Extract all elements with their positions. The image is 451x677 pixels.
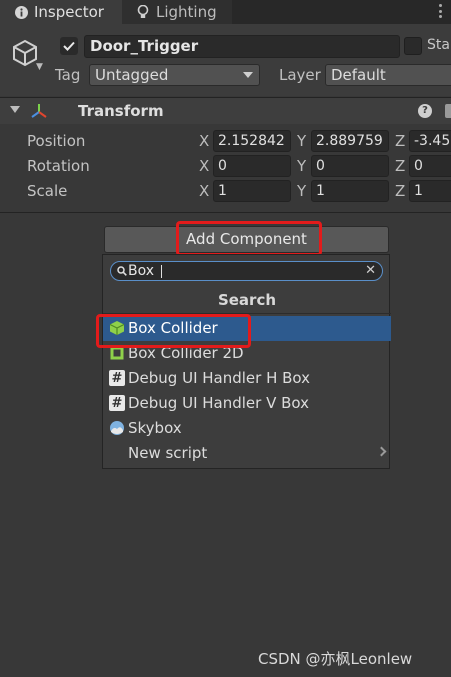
scale-label: Scale bbox=[27, 182, 68, 200]
highlight-box-add-component bbox=[176, 221, 322, 256]
info-icon bbox=[14, 5, 28, 19]
layer-dropdown[interactable]: Default bbox=[325, 64, 451, 86]
axis-x-label[interactable]: X bbox=[199, 157, 209, 175]
script-icon: # bbox=[109, 395, 125, 411]
axis-x-label[interactable]: X bbox=[199, 132, 209, 150]
rotation-z-field[interactable]: 0 bbox=[409, 155, 451, 177]
search-value: Box bbox=[128, 263, 155, 279]
script-icon: # bbox=[109, 370, 125, 386]
component-title: Transform bbox=[78, 102, 164, 120]
tab-lighting[interactable]: Lighting bbox=[122, 0, 232, 24]
transform-axes-icon bbox=[31, 104, 47, 118]
scale-y-field[interactable]: 1 bbox=[311, 180, 389, 202]
item-label: Debug UI Handler V Box bbox=[128, 394, 310, 412]
static-label: Sta bbox=[427, 37, 450, 53]
transform-header[interactable]: Transform ? bbox=[0, 98, 451, 124]
object-header: ▼ Door_Trigger Sta Tag Untagged Layer De… bbox=[0, 24, 451, 96]
chevron-down-icon bbox=[243, 72, 253, 78]
list-item-new-script[interactable]: New script bbox=[103, 441, 391, 466]
foldout-arrow-icon[interactable] bbox=[10, 106, 20, 113]
item-label: Debug UI Handler H Box bbox=[128, 369, 311, 387]
more-options-icon[interactable] bbox=[439, 4, 443, 18]
list-item-debug-ui-handler-v-box[interactable]: # Debug UI Handler V Box bbox=[103, 391, 391, 416]
position-x-field[interactable]: 2.152842 bbox=[213, 130, 291, 152]
skybox-icon bbox=[110, 421, 124, 435]
tab-label: Lighting bbox=[156, 3, 217, 21]
object-name-field[interactable]: Door_Trigger bbox=[84, 35, 400, 58]
help-icon[interactable]: ? bbox=[418, 104, 432, 118]
lightbulb-icon bbox=[136, 5, 150, 19]
layer-label: Layer bbox=[279, 66, 321, 84]
list-item-debug-ui-handler-h-box[interactable]: # Debug UI Handler H Box bbox=[103, 366, 391, 391]
item-label: New script bbox=[128, 444, 208, 462]
active-checkbox[interactable] bbox=[60, 37, 78, 55]
text-caret bbox=[161, 265, 162, 278]
axis-x-label[interactable]: X bbox=[199, 182, 209, 200]
layer-value: Default bbox=[331, 66, 386, 84]
axis-z-label[interactable]: Z bbox=[395, 132, 405, 150]
rotation-x-field[interactable]: 0 bbox=[213, 155, 291, 177]
checkmark-icon bbox=[63, 41, 75, 51]
list-item-skybox[interactable]: Skybox bbox=[103, 416, 391, 441]
axis-y-label[interactable]: Y bbox=[297, 157, 306, 175]
tab-inspector[interactable]: Inspector bbox=[0, 0, 122, 24]
axis-z-label[interactable]: Z bbox=[395, 157, 405, 175]
static-checkbox[interactable] bbox=[404, 37, 422, 55]
axis-z-label[interactable]: Z bbox=[395, 182, 405, 200]
settings-icon[interactable] bbox=[445, 104, 451, 118]
tab-label: Inspector bbox=[34, 3, 104, 21]
popup-title: Search bbox=[217, 291, 277, 309]
item-label: Skybox bbox=[128, 419, 182, 437]
rotation-y-field[interactable]: 0 bbox=[311, 155, 389, 177]
position-label: Position bbox=[27, 132, 86, 150]
search-icon bbox=[117, 266, 127, 276]
axis-y-label[interactable]: Y bbox=[297, 182, 306, 200]
tag-dropdown[interactable]: Untagged bbox=[89, 64, 260, 86]
tag-value: Untagged bbox=[95, 66, 169, 84]
position-y-field[interactable]: 2.889759 bbox=[311, 130, 389, 152]
scale-x-field[interactable]: 1 bbox=[213, 180, 291, 202]
add-component-popup: Box ✕ Search Box Collider Box Collider 2… bbox=[102, 254, 391, 469]
rotation-label: Rotation bbox=[27, 157, 90, 175]
watermark: CSDN @亦枫Leonlew bbox=[258, 650, 413, 668]
scale-z-field[interactable]: 1 bbox=[409, 180, 451, 202]
icon-dropdown-caret-icon[interactable]: ▼ bbox=[36, 62, 43, 72]
tab-bar: Inspector Lighting bbox=[0, 0, 451, 24]
chevron-right-icon bbox=[376, 446, 387, 457]
axis-y-label[interactable]: Y bbox=[297, 132, 306, 150]
divider bbox=[0, 212, 451, 213]
clear-search-icon[interactable]: ✕ bbox=[365, 263, 376, 278]
position-z-field[interactable]: -3.45 bbox=[409, 130, 451, 152]
tag-label: Tag bbox=[55, 66, 81, 84]
highlight-box-box-collider bbox=[96, 314, 251, 348]
component-search-input[interactable]: Box ✕ bbox=[110, 261, 383, 281]
